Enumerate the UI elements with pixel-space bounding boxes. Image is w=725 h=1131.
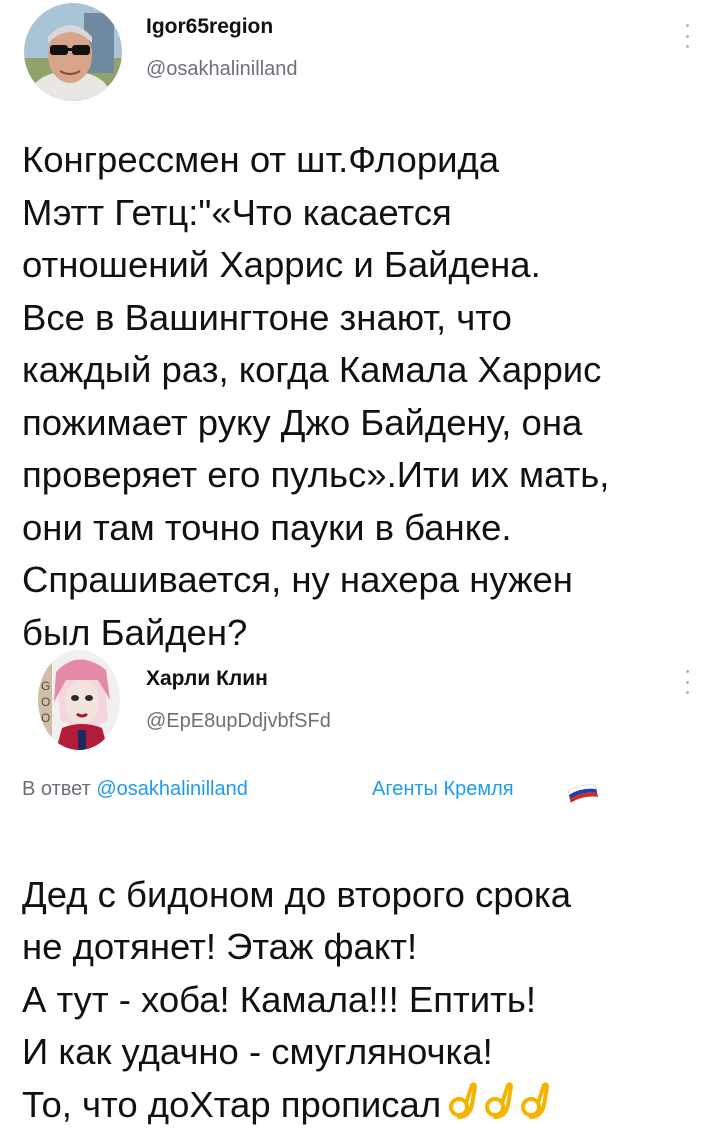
avatar-photo <box>24 3 122 101</box>
reply-context: В ответ @osakhalinilland <box>22 778 248 801</box>
tweet-text: Дед с бидоном до второго срока не дотяне… <box>22 816 712 1131</box>
russian-flag-icon <box>567 784 599 803</box>
author-name[interactable]: Харли Клин <box>146 667 268 691</box>
more-options-icon[interactable] <box>682 670 692 694</box>
svg-text:O: O <box>41 695 50 709</box>
ok-hand-icon <box>485 1081 514 1119</box>
ok-hand-icon <box>449 1081 478 1119</box>
emoji-group <box>447 1081 551 1121</box>
author-handle[interactable]: @EpE8upDdjvbfSFd <box>146 710 331 733</box>
ok-hand-icon <box>521 1081 550 1119</box>
svg-text:O: O <box>41 711 50 725</box>
more-options-icon[interactable] <box>682 24 692 48</box>
svg-text:G: G <box>41 679 50 693</box>
author-avatar[interactable] <box>24 3 122 101</box>
author-name[interactable]: Igor65region <box>146 15 273 39</box>
avatar-photo: G O O <box>38 650 120 750</box>
reply-to-link[interactable]: @osakhalinilland <box>96 778 248 800</box>
reply-prefix: В ответ <box>22 778 91 800</box>
hashtag-link[interactable]: Агенты Кремля <box>372 778 514 801</box>
author-handle[interactable]: @osakhalinilland <box>146 58 298 81</box>
tweet-text: Конгрессмен от шт.Флорида Мэтт Гетц:"«Чт… <box>22 139 610 653</box>
author-avatar[interactable]: G O O <box>38 650 120 750</box>
